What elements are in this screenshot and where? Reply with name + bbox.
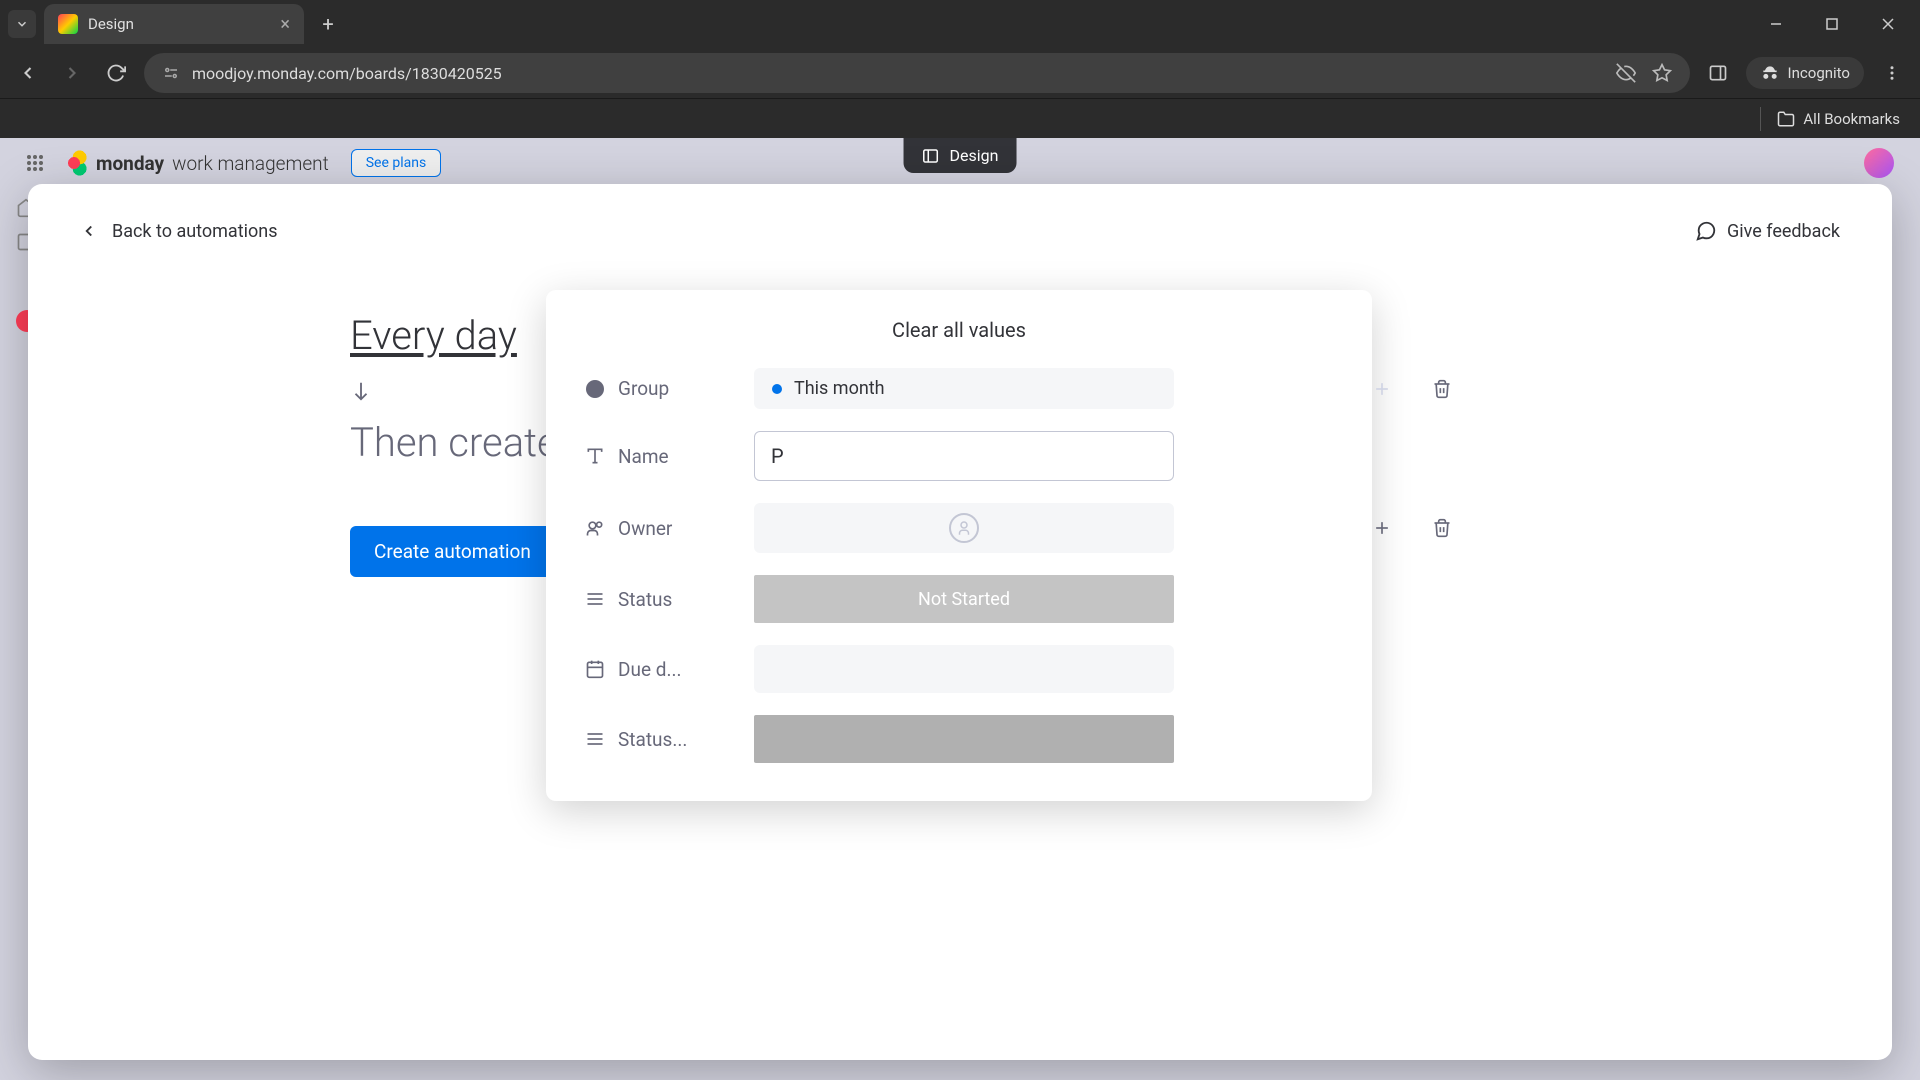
people-icon [584,517,606,539]
tab-favicon [58,14,78,34]
field-row-owner: Owner [584,503,1334,553]
back-button[interactable] [12,57,44,89]
field-row-status: Status Not Started [584,575,1334,623]
site-info-icon[interactable] [162,64,180,82]
brand-name-light: work management [172,152,329,175]
status-icon [584,728,606,750]
bookmarks-bar: All Bookmarks [0,98,1920,138]
close-window-button[interactable] [1864,6,1912,42]
status-select[interactable]: Not Started [754,575,1174,623]
status2-select[interactable] [754,715,1174,763]
clear-all-values-link[interactable]: Clear all values [584,318,1334,342]
item-values-popup: Clear all values Group This month [546,290,1372,801]
eye-off-icon[interactable] [1616,63,1636,83]
give-feedback-link[interactable]: Give feedback [1695,220,1840,242]
side-panel-button[interactable] [1702,57,1734,89]
text-icon [584,445,606,467]
avatar[interactable] [1864,148,1894,178]
tab-title: Design [88,15,134,33]
status2-label: Status... [618,728,687,751]
page-tab-label: Design [950,146,999,165]
owner-label: Owner [618,517,672,540]
field-row-name: Name [584,431,1334,481]
feedback-icon [1695,220,1717,242]
due-date-label: Due d... [618,658,681,681]
field-row-due-date: Due d... [584,645,1334,693]
status-label: Status [618,588,672,611]
integrations-icon[interactable] [1744,148,1766,170]
field-row-status-2: Status... [584,715,1334,763]
forward-button[interactable] [56,57,88,89]
group-color-dot [772,384,782,394]
url-bar[interactable]: moodjoy.monday.com/boards/1830420525 [144,53,1690,93]
panel-icon [922,147,940,165]
field-row-group: Group This month [584,368,1334,409]
new-tab-button[interactable]: + [312,8,344,40]
reload-button[interactable] [100,57,132,89]
monday-logo-icon [60,149,88,177]
bookmark-star-icon[interactable] [1652,63,1672,83]
help-icon[interactable] [1824,148,1846,170]
page-viewport: monday work management See plans Design … [0,138,1920,1080]
person-placeholder-icon [949,513,979,543]
browser-menu-button[interactable] [1876,57,1908,89]
browser-chrome: Design × + moo [0,0,1920,138]
minimize-button[interactable] [1752,6,1800,42]
back-label: Back to automations [112,221,278,242]
maximize-button[interactable] [1808,6,1856,42]
name-label: Name [618,445,669,468]
automation-modal: Back to automations Give feedback Every … [28,184,1892,1060]
add-field-button[interactable] [1370,377,1394,401]
url-text: moodjoy.monday.com/boards/1830420525 [192,64,502,83]
group-select[interactable]: This month [754,368,1174,409]
add-field-button[interactable] [1370,516,1394,540]
all-bookmarks-label: All Bookmarks [1803,110,1900,128]
incognito-badge[interactable]: Incognito [1746,57,1864,89]
page-tab-indicator[interactable]: Design [904,138,1017,173]
address-bar-row: moodjoy.monday.com/boards/1830420525 Inc… [0,48,1920,98]
window-controls [1752,6,1912,42]
then-label: Then create [350,419,558,466]
calendar-icon [584,658,606,680]
brand-logo-area[interactable]: monday work management [60,149,329,177]
incognito-label: Incognito [1788,64,1850,82]
brand-name-bold: monday [96,152,164,175]
close-tab-button[interactable]: × [280,14,290,35]
back-to-automations-link[interactable]: Back to automations [80,221,278,242]
group-icon [584,378,606,400]
delete-field-button[interactable] [1430,516,1454,540]
tab-search-button[interactable] [8,10,36,38]
search-icon[interactable] [1784,148,1806,170]
due-date-select[interactable] [754,645,1174,693]
all-bookmarks-button[interactable]: All Bookmarks [1777,110,1900,128]
see-plans-button[interactable]: See plans [351,149,441,177]
status-value: Not Started [918,589,1010,610]
delete-field-button[interactable] [1430,377,1454,401]
trigger-label: Every day [350,312,517,359]
apps-menu-icon[interactable] [26,154,44,172]
group-label: Group [618,377,669,400]
create-automation-button[interactable]: Create automation [350,526,555,577]
owner-select[interactable] [754,503,1174,553]
browser-tab[interactable]: Design × [44,4,304,44]
invite-icon[interactable] [1704,148,1726,170]
modal-header: Back to automations Give feedback [80,220,1840,242]
tab-bar: Design × + [0,0,1920,48]
feedback-label: Give feedback [1727,221,1840,242]
inbox-icon[interactable] [1664,148,1686,170]
status-icon [584,588,606,610]
notifications-icon[interactable] [1624,148,1646,170]
chevron-left-icon [80,222,98,240]
name-input[interactable] [754,431,1174,481]
group-value: This month [794,378,885,399]
